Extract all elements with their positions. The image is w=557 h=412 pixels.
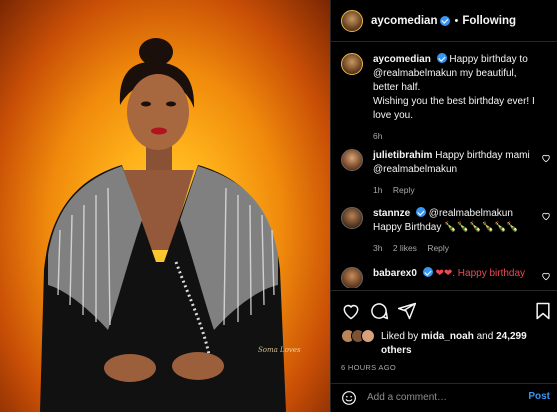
comment-time[interactable]: 3h	[373, 243, 382, 253]
hair-bun	[139, 38, 173, 66]
post-side-panel: aycomedian • Following aycomedian Happy …	[330, 0, 557, 412]
left-eye	[141, 101, 151, 107]
left-hand	[104, 354, 156, 382]
comments-list[interactable]: aycomedian Happy birthday to @realmabelm…	[331, 43, 557, 288]
likes-count[interactable]: 24,299	[496, 331, 527, 342]
right-eye	[166, 101, 176, 107]
reply-button[interactable]: Reply	[427, 243, 449, 253]
comment-username[interactable]: stannze	[373, 208, 410, 219]
liker-avatar	[361, 329, 375, 343]
comment-username[interactable]: babarex0	[373, 268, 417, 279]
likes-joiner: and	[476, 331, 494, 342]
comment-text: ❤❤. Happy birthday	[435, 268, 526, 279]
likes-prefix: Liked by	[381, 331, 419, 342]
face	[127, 74, 189, 150]
likes-user[interactable]: mida_noah	[421, 331, 474, 342]
lips	[151, 127, 167, 135]
reply-button[interactable]: Reply	[393, 185, 415, 195]
likes-text: Liked by mida_noah and 24,299 others	[381, 330, 556, 358]
post-comment-button[interactable]: Post	[528, 391, 550, 402]
comment-username[interactable]: julietibrahim	[373, 150, 432, 161]
heart-icon[interactable]	[541, 271, 551, 281]
likes-summary: Liked by mida_noah and 24,299 others	[341, 329, 553, 359]
header-separator: •	[454, 14, 459, 27]
comment-icon[interactable]	[369, 301, 389, 321]
liker-avatars[interactable]	[341, 329, 377, 345]
add-comment-bar: Post	[331, 383, 557, 411]
caption-text-2: Wishing you the best birthday ever! I lo…	[373, 96, 535, 121]
heart-icon[interactable]	[541, 211, 551, 221]
author-username[interactable]: aycomedian	[371, 15, 437, 27]
verified-badge-icon	[422, 267, 433, 277]
caption-username[interactable]: aycomedian	[373, 54, 431, 65]
photo-signature: Soma Loves	[258, 346, 301, 354]
verified-badge-icon	[440, 15, 451, 26]
emoji-icon[interactable]	[341, 390, 357, 406]
share-icon[interactable]	[397, 301, 417, 321]
post-actions: Liked by mida_noah and 24,299 others 6 H…	[331, 290, 557, 410]
heart-icon[interactable]	[341, 301, 361, 321]
commenter-avatar[interactable]	[341, 207, 363, 229]
likes-suffix[interactable]: others	[381, 345, 412, 356]
commenter-avatar[interactable]	[341, 149, 363, 171]
following-button[interactable]: Following	[462, 15, 516, 27]
heart-icon[interactable]	[541, 153, 551, 163]
caption-avatar[interactable]	[341, 53, 363, 75]
bookmark-icon[interactable]	[533, 301, 553, 321]
post-header: aycomedian • Following	[331, 0, 557, 42]
verified-badge-icon	[436, 53, 447, 63]
author-avatar[interactable]	[341, 9, 363, 32]
post-time-ago[interactable]: 6 HOURS AGO	[341, 363, 396, 372]
commenter-avatar[interactable]	[341, 267, 363, 288]
comment-input[interactable]	[367, 389, 517, 405]
verified-badge-icon	[416, 207, 427, 217]
caption-time[interactable]: 6h	[373, 131, 382, 141]
right-hand	[172, 352, 224, 380]
comment-likes[interactable]: 2 likes	[393, 243, 417, 253]
comment-time[interactable]: 1h	[373, 185, 382, 195]
post-photo[interactable]: Soma Loves	[0, 0, 330, 412]
action-icons	[341, 301, 553, 323]
